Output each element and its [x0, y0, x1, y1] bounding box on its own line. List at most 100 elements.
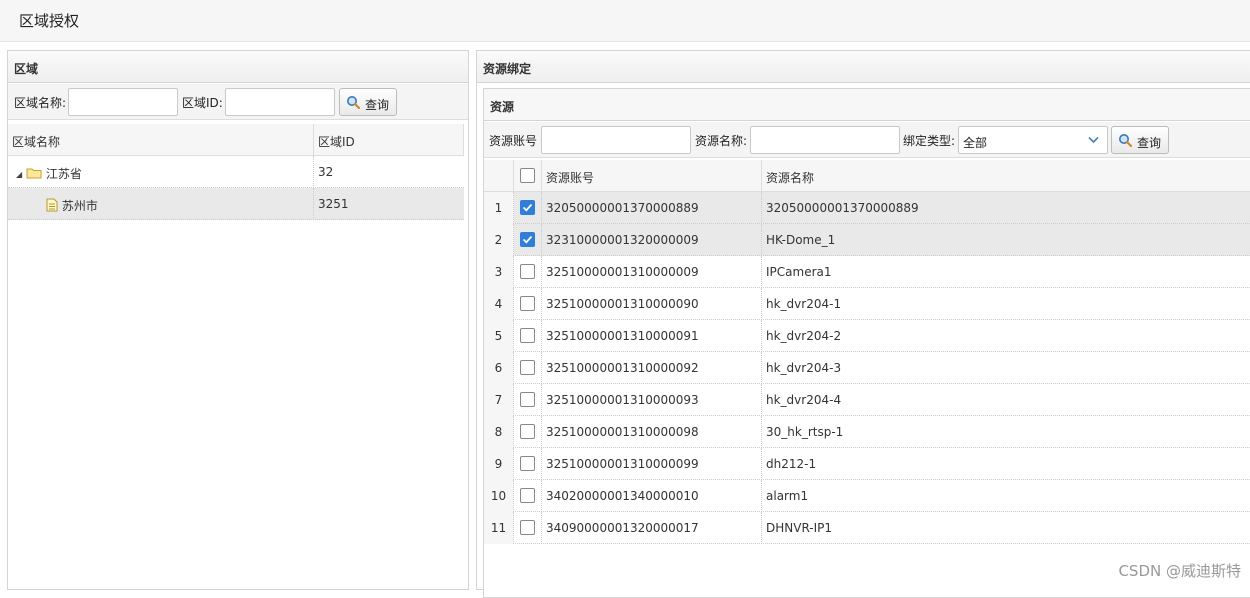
row-checkbox[interactable]: [520, 456, 535, 471]
row-select-cell: [514, 512, 542, 544]
chevron-down-icon: [1088, 136, 1099, 144]
row-select-cell: [514, 256, 542, 288]
region-search-label: 查询: [365, 98, 390, 112]
table-row[interactable]: 8 32510000001310000098 30_hk_rtsp-1: [484, 416, 1250, 448]
region-search-button[interactable]: 查询: [339, 88, 397, 116]
resource-binding-panel: 资源绑定 资源 资源账号 资源名称: 绑定类型: 全部 查询 资源账号 资源名称…: [476, 50, 1250, 598]
region-id-cell: 32: [318, 165, 334, 179]
row-number: 4: [484, 288, 514, 320]
bind-type-label: 绑定类型:: [903, 134, 956, 148]
table-row[interactable]: 4 32510000001310000090 hk_dvr204-1: [484, 288, 1250, 320]
resource-name-cell: 32050000001370000889: [766, 201, 919, 215]
tree-row[interactable]: 苏州市 3251: [8, 188, 464, 220]
row-select-cell: [514, 384, 542, 416]
resource-name-cell: hk_dvr204-4: [766, 393, 842, 407]
tree-item-label: 江苏省: [45, 167, 82, 181]
resource-account-cell: 32510000001310000009: [542, 256, 762, 288]
table-row[interactable]: 6 32510000001310000092 hk_dvr204-3: [484, 352, 1250, 384]
table-row[interactable]: 3 32510000001310000009 IPCamera1: [484, 256, 1250, 288]
search-icon: [347, 96, 360, 109]
file-icon: [46, 198, 58, 212]
resource-panel-title: 资源: [484, 89, 1250, 121]
bind-type-select[interactable]: 全部: [958, 126, 1108, 154]
resource-name-cell: hk_dvr204-2: [766, 329, 842, 343]
resource-account-label: 资源账号: [489, 134, 538, 148]
resource-grid-header: 资源账号 资源名称: [484, 160, 1250, 192]
table-row[interactable]: 5 32510000001310000091 hk_dvr204-2: [484, 320, 1250, 352]
resource-search-button[interactable]: 查询: [1111, 126, 1169, 154]
watermark: CSDN @威迪斯特: [1118, 562, 1241, 580]
resource-name-input[interactable]: [750, 126, 900, 154]
select-all-checkbox[interactable]: [520, 168, 535, 183]
row-number: 3: [484, 256, 514, 288]
row-number: 6: [484, 352, 514, 384]
resource-name-cell: alarm1: [766, 489, 809, 503]
row-select-cell: [514, 480, 542, 512]
region-id-input[interactable]: [225, 88, 335, 116]
col-resource-account[interactable]: 资源账号: [542, 160, 762, 192]
row-select-cell: [514, 224, 542, 256]
resource-name-cell: hk_dvr204-3: [766, 361, 842, 375]
resource-account-cell: 32310000001320000009: [542, 224, 762, 256]
resource-search-label: 查询: [1137, 136, 1162, 150]
resource-account-cell: 32510000001310000090: [542, 288, 762, 320]
tree-item-label: 苏州市: [61, 199, 98, 213]
tree-row[interactable]: ◢ 江苏省 32: [8, 156, 464, 188]
region-search-toolbar: 区域名称: 区域ID: 查询: [8, 84, 468, 120]
table-row[interactable]: 7 32510000001310000093 hk_dvr204-4: [484, 384, 1250, 416]
row-checkbox[interactable]: [520, 264, 535, 279]
resource-name-label: 资源名称:: [695, 134, 748, 148]
region-name-input[interactable]: [68, 88, 178, 116]
row-select-cell: [514, 352, 542, 384]
check-icon: [522, 203, 533, 212]
search-icon: [1119, 134, 1132, 147]
table-row[interactable]: 11 34090000001320000017 DHNVR-IP1: [484, 512, 1250, 544]
resource-search-toolbar: 资源账号 资源名称: 绑定类型: 全部 查询: [484, 122, 1250, 158]
row-number: 5: [484, 320, 514, 352]
tree-collapse-icon[interactable]: ◢: [16, 170, 22, 179]
col-region-id[interactable]: 区域ID: [314, 124, 464, 156]
row-checkbox[interactable]: [520, 424, 535, 439]
row-select-cell: [514, 192, 542, 224]
row-checkbox[interactable]: [520, 360, 535, 375]
table-row[interactable]: 2 32310000001320000009 HK-Dome_1: [484, 224, 1250, 256]
row-checkbox[interactable]: [520, 392, 535, 407]
col-select-all: [514, 160, 542, 192]
region-grid-header: 区域名称 区域ID: [8, 124, 464, 156]
row-checkbox[interactable]: [520, 488, 535, 503]
row-select-cell: [514, 448, 542, 480]
resource-account-cell: 32510000001310000092: [542, 352, 762, 384]
row-checkbox[interactable]: [520, 232, 535, 247]
row-select-cell: [514, 288, 542, 320]
table-row[interactable]: 1 32050000001370000889 3205000000137000088…: [484, 192, 1250, 224]
check-icon: [522, 235, 533, 244]
col-resource-name[interactable]: 资源名称: [762, 160, 1250, 192]
resource-name-cell: 30_hk_rtsp-1: [766, 425, 844, 439]
row-checkbox[interactable]: [520, 328, 535, 343]
resource-account-input[interactable]: [541, 126, 691, 154]
resource-panel: 资源 资源账号 资源名称: 绑定类型: 全部 查询 资源账号 资源名称 1 32…: [483, 88, 1250, 598]
row-number: 10: [484, 480, 514, 512]
row-number: 1: [484, 192, 514, 224]
region-id-cell: 3251: [318, 197, 349, 211]
col-region-name[interactable]: 区域名称: [8, 124, 314, 156]
resource-account-cell: 34090000001320000017: [542, 512, 762, 544]
row-checkbox[interactable]: [520, 520, 535, 535]
row-checkbox[interactable]: [520, 200, 535, 215]
row-number: 2: [484, 224, 514, 256]
resource-account-cell: 32050000001370000889: [542, 192, 762, 224]
bind-type-value: 全部: [963, 136, 988, 150]
region-panel-title: 区域: [8, 51, 468, 83]
resource-account-cell: 32510000001310000091: [542, 320, 762, 352]
page-header: 区域授权: [0, 0, 1250, 42]
page-title: 区域授权: [19, 12, 80, 30]
table-row[interactable]: 10 34020000001340000010 alarm1: [484, 480, 1250, 512]
resource-name-cell: HK-Dome_1: [766, 233, 836, 247]
resource-account-cell: 32510000001310000093: [542, 384, 762, 416]
row-number: 8: [484, 416, 514, 448]
resource-name-cell: dh212-1: [766, 457, 817, 471]
row-checkbox[interactable]: [520, 296, 535, 311]
folder-icon: [26, 168, 42, 179]
resource-name-cell: DHNVR-IP1: [766, 521, 833, 535]
table-row[interactable]: 9 32510000001310000099 dh212-1: [484, 448, 1250, 480]
